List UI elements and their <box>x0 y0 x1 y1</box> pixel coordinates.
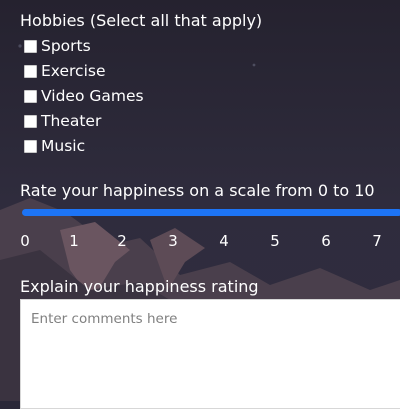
happiness-slider[interactable] <box>22 209 400 216</box>
tick-label-7: 7 <box>372 232 382 250</box>
tick-label-3: 3 <box>168 232 178 250</box>
tick-label-4: 4 <box>219 232 229 250</box>
video-games-checkbox[interactable] <box>24 89 37 103</box>
hobby-option-theater[interactable]: Theater <box>24 111 101 131</box>
hobby-option-music[interactable]: Music <box>24 136 85 156</box>
comments-textarea[interactable]: Enter comments here <box>20 299 400 409</box>
tick-label-2: 2 <box>117 232 127 250</box>
sports-checkbox[interactable] <box>24 39 37 53</box>
theater-checkbox[interactable] <box>24 114 37 128</box>
hobby-option-exercise[interactable]: Exercise <box>24 61 106 81</box>
theater-label: Theater <box>41 112 102 130</box>
tick-label-0: 0 <box>20 232 30 250</box>
hobbies-question: Hobbies (Select all that apply) <box>20 11 263 30</box>
hobby-option-video-games[interactable]: Video Games <box>24 86 144 106</box>
happiness-question: Rate your happiness on a scale from 0 to… <box>20 181 375 200</box>
hobby-option-sports[interactable]: Sports <box>24 36 91 56</box>
exercise-label: Exercise <box>41 62 106 80</box>
explain-question: Explain your happiness rating <box>20 277 259 296</box>
sports-label: Sports <box>41 37 91 55</box>
music-checkbox[interactable] <box>24 139 37 153</box>
tick-label-6: 6 <box>321 232 331 250</box>
music-label: Music <box>41 137 86 155</box>
tick-label-5: 5 <box>270 232 280 250</box>
tick-label-1: 1 <box>69 232 79 250</box>
video-games-label: Video Games <box>41 87 144 105</box>
exercise-checkbox[interactable] <box>24 64 37 78</box>
comments-placeholder: Enter comments here <box>31 311 178 327</box>
